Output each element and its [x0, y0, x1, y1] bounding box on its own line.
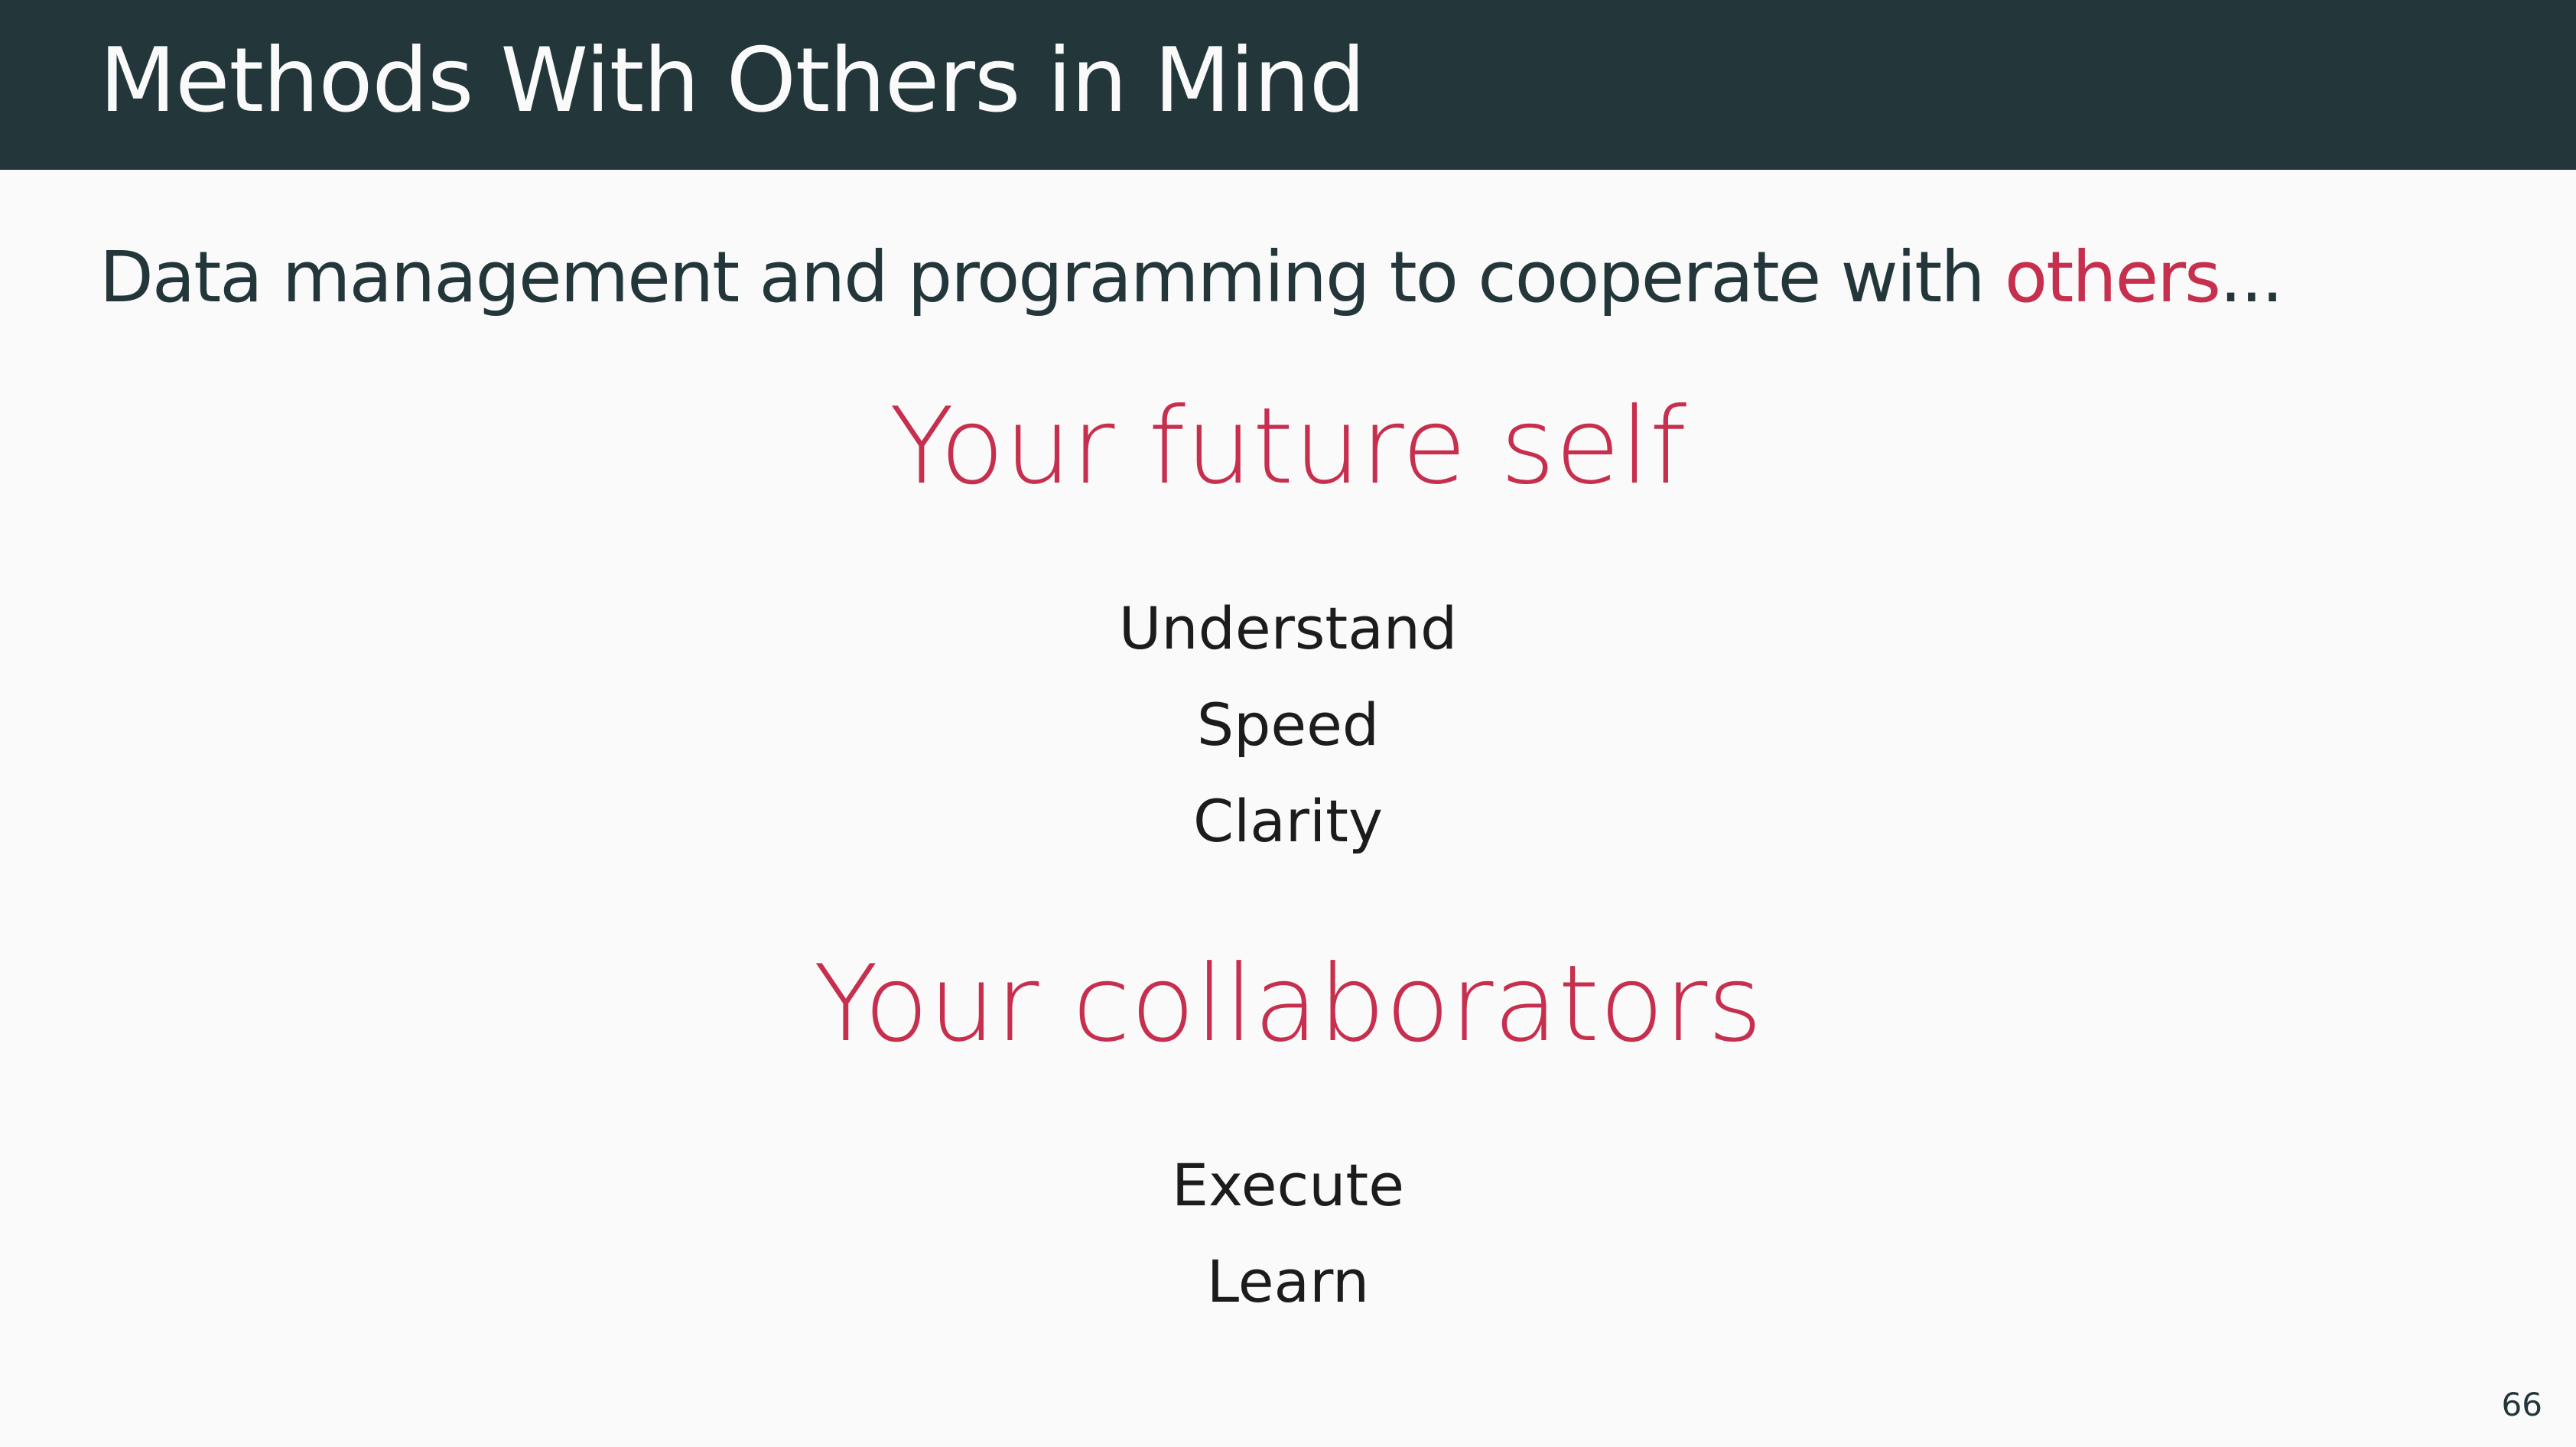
intro-highlight: others [2004, 236, 2221, 318]
list-item: Speed [1196, 691, 1380, 759]
list-item: Learn [1206, 1247, 1370, 1315]
section-heading-collaborators: Your collaborators [813, 942, 1763, 1065]
intro-line: Data management and programming to coope… [99, 236, 2284, 318]
list-item: Execute [1172, 1151, 1404, 1219]
page-number: 66 [2501, 1386, 2542, 1423]
list-item: Understand [1118, 594, 1458, 662]
intro-suffix: ... [2219, 236, 2284, 318]
section-heading-future-self: Your future self [889, 385, 1687, 508]
list-item: Clarity [1193, 787, 1383, 855]
slide-title: Methods With Others in Mind [99, 29, 1365, 132]
slide-header: Methods With Others in Mind [0, 0, 2576, 170]
intro-prefix: Data management and programming to coope… [99, 236, 2005, 318]
